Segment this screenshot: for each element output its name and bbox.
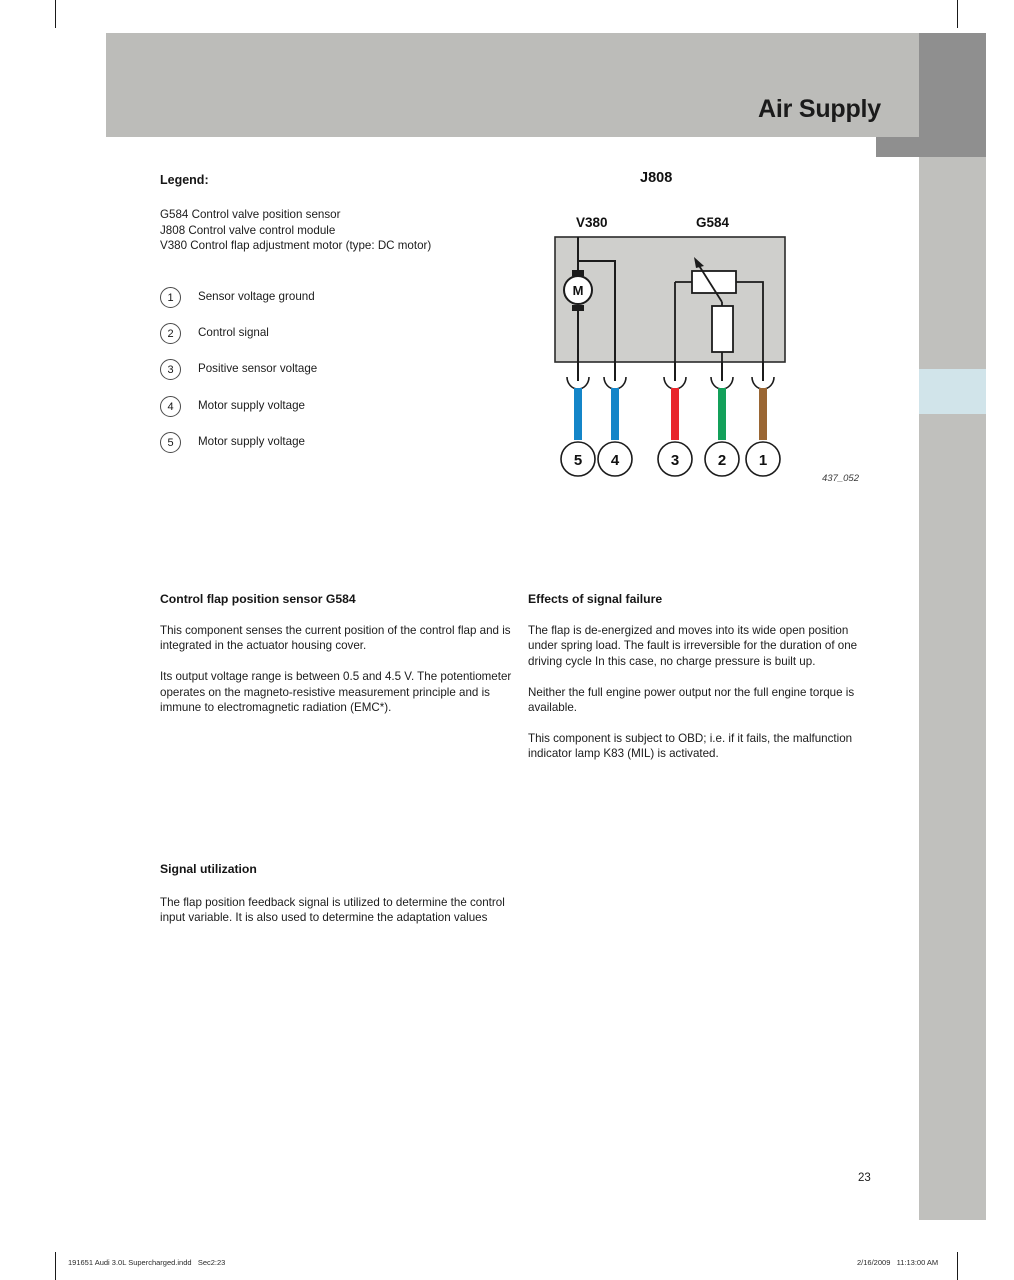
pin-number-5: 5 xyxy=(574,452,582,469)
sensor-paragraph-1: This component senses the current positi… xyxy=(160,624,511,653)
legend-item: 1 Sensor voltage ground xyxy=(160,287,530,323)
crop-mark-bottom-right xyxy=(957,1252,958,1280)
effects-paragraph-1: The flap is de-energized and moves into … xyxy=(528,624,858,668)
wire-4 xyxy=(611,388,619,440)
wire-3 xyxy=(671,388,679,440)
page-title: Air Supply xyxy=(757,95,881,123)
legend-bullet-2: 2 xyxy=(160,323,181,345)
legend-bullet-3: 3 xyxy=(160,359,181,381)
document-page: Air Supply Legend: G584 Control valve po… xyxy=(0,0,1014,1280)
footer-file-info: 191651 Audi 3.0L Supercharged.indd Sec2:… xyxy=(68,1258,226,1267)
circuit-schematic-svg: M 5 4 3 2 1 xyxy=(554,236,786,477)
header-bar: Air Supply xyxy=(106,33,919,137)
legend-bullet-1: 1 xyxy=(160,287,181,308)
wire-5 xyxy=(574,388,582,440)
figure-caption: 437_052 xyxy=(822,473,859,484)
signal-section-heading: Signal utilization xyxy=(160,862,257,876)
legend-label-4: Motor supply voltage xyxy=(198,398,305,412)
legend-item: 2 Control signal xyxy=(160,323,530,359)
wiring-diagram: J808 V380 G584 M 5 4 3 2 1 437_052 xyxy=(528,165,878,495)
wire-1 xyxy=(759,388,767,440)
legend-label-2: Control signal xyxy=(198,326,269,340)
legend-item: 5 Motor supply voltage xyxy=(160,431,530,468)
chapter-band-active xyxy=(919,369,986,414)
legend-label-1: Sensor voltage ground xyxy=(198,290,315,303)
pin-number-4: 4 xyxy=(611,452,620,469)
sensor-paragraph-2: Its output voltage range is between 0.5 … xyxy=(160,670,512,715)
legend-label-3: Positive sensor voltage xyxy=(198,362,318,376)
crop-mark-bottom-left xyxy=(55,1252,56,1280)
pin-number-1: 1 xyxy=(759,452,767,469)
crop-mark-top-right xyxy=(957,0,958,28)
effects-section-body: The flap is de-energized and moves into … xyxy=(528,623,876,762)
sensor-section-heading: Control flap position sensor G584 xyxy=(160,592,356,606)
legend-bullet-5: 5 xyxy=(160,431,181,453)
effects-paragraph-2: Neither the full engine power output nor… xyxy=(528,685,855,715)
legend-entries: G584 Control valve position sensor J808 … xyxy=(160,208,432,252)
pin-number-3: 3 xyxy=(671,452,679,469)
legend-item: 3 Positive sensor voltage xyxy=(160,359,530,395)
signal-paragraph-1: The flap position feedback signal is uti… xyxy=(160,896,505,925)
crop-mark-top-left xyxy=(55,0,56,28)
page-number: 23 xyxy=(858,1172,871,1184)
effects-paragraph-3: This component is subject to OBD; i.e. i… xyxy=(528,731,853,761)
legend-bullet-4: 4 xyxy=(160,395,181,417)
legend-heading: Legend: xyxy=(160,173,209,187)
legend-label-5: Motor supply voltage xyxy=(198,434,305,448)
legend-item: 4 Motor supply voltage xyxy=(160,395,530,432)
chapter-band-lower xyxy=(919,414,986,1220)
chapter-band-upper xyxy=(919,157,986,369)
motor-brush-bottom xyxy=(572,305,584,311)
legend-list: 1 Sensor voltage ground 2 Control signal… xyxy=(160,287,530,468)
footer-timestamp: 2/16/2009 11:13:00 AM xyxy=(857,1258,939,1267)
motor-symbol-letter: M xyxy=(573,283,584,298)
pin-number-2: 2 xyxy=(718,452,726,469)
sensor-resistor xyxy=(711,305,734,353)
wire-2 xyxy=(718,388,726,440)
effects-section-heading: Effects of signal failure xyxy=(528,592,663,606)
signal-section-body: The flap position feedback signal is uti… xyxy=(160,895,512,926)
sensor-section-body: This component senses the current positi… xyxy=(160,623,512,715)
